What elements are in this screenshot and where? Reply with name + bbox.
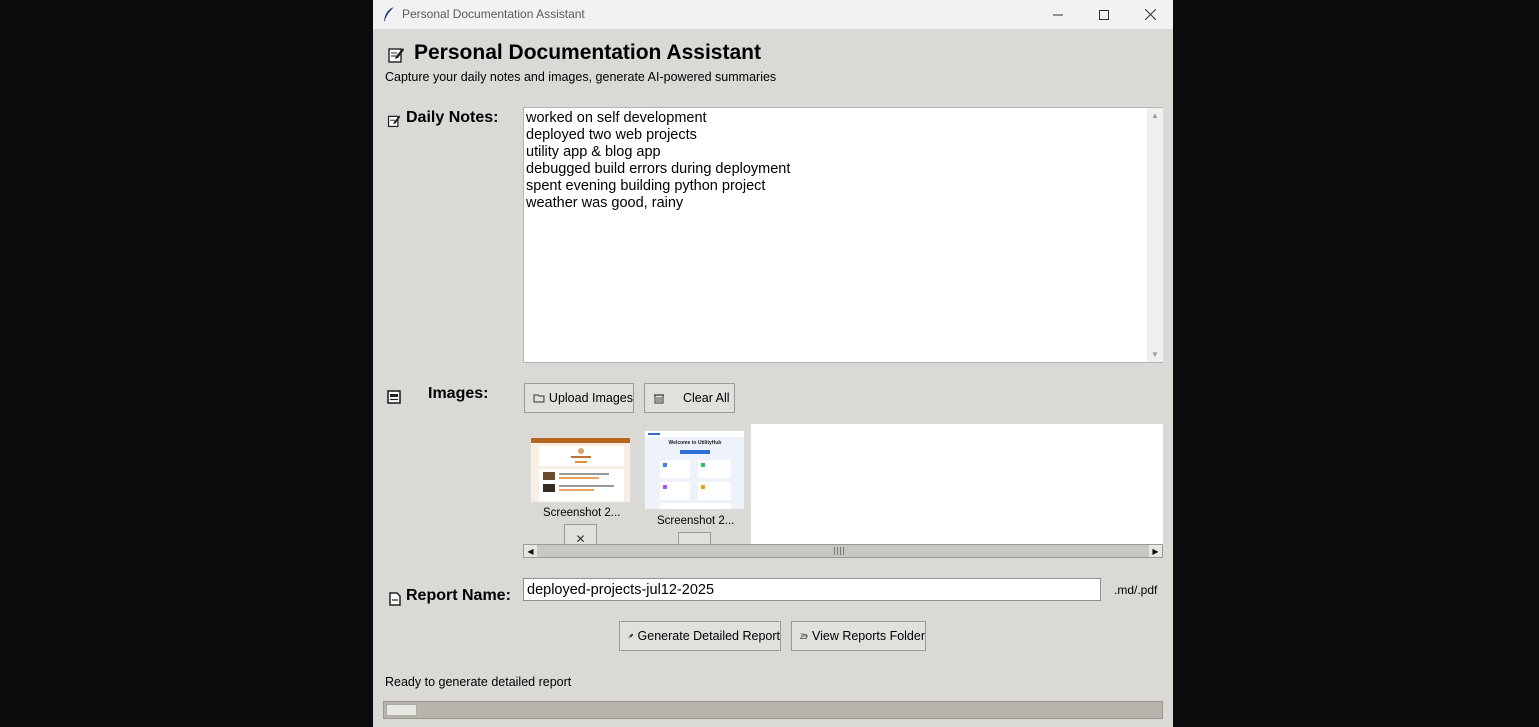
close-icon	[1144, 9, 1156, 20]
progress-bar	[383, 701, 1163, 719]
maximize-icon	[1099, 9, 1109, 20]
scroll-left-arrow-icon[interactable]: ◀	[524, 545, 537, 557]
image-gallery[interactable]: Screenshot 2... ✕ Welcome to UtilityHub	[523, 424, 1163, 546]
close-button[interactable]	[1127, 0, 1173, 29]
clear-all-button[interactable]: Clear All	[644, 383, 735, 413]
report-name-label: Report Name:	[406, 587, 511, 604]
framed-picture-icon	[387, 390, 401, 404]
upload-images-button[interactable]: Upload Images	[524, 383, 634, 413]
wastebasket-icon	[654, 394, 664, 404]
minimize-button[interactable]	[1035, 0, 1081, 29]
thumbnail-preview	[531, 438, 630, 501]
view-reports-folder-label: View Reports Folder	[811, 629, 925, 643]
app-window: Personal Documentation Assistant Persona…	[373, 0, 1173, 727]
feather-icon	[384, 6, 395, 21]
thumbnail-caption: Screenshot 2...	[543, 507, 621, 519]
image-thumbnail[interactable]	[530, 437, 631, 503]
generate-report-label: Generate Detailed Report	[637, 629, 780, 643]
thumbnail-preview: Welcome to UtilityHub	[645, 431, 744, 509]
page-title: Personal Documentation Assistant	[414, 41, 761, 64]
file-extension-label: .md/.pdf	[1114, 583, 1158, 597]
remove-image-button[interactable]: ✕	[564, 524, 597, 546]
memo-pencil-icon	[388, 48, 404, 63]
window-title: Personal Documentation Assistant	[402, 7, 585, 21]
rocket-icon	[628, 633, 634, 639]
title-bar[interactable]: Personal Documentation Assistant	[373, 0, 1173, 29]
minimize-icon	[1053, 14, 1063, 15]
daily-notes-textarea[interactable]: worked on self development deployed two …	[523, 107, 1163, 363]
maximize-button[interactable]	[1081, 0, 1127, 29]
scroll-right-arrow-icon[interactable]: ▶	[1149, 545, 1162, 557]
scroll-up-arrow-icon[interactable]: ▲	[1150, 111, 1160, 120]
notes-vertical-scrollbar[interactable]: ▲ ▼	[1147, 108, 1163, 362]
progress-fill	[386, 704, 417, 716]
upload-images-label: Upload Images	[548, 391, 633, 405]
view-reports-folder-button[interactable]: View Reports Folder	[791, 621, 926, 651]
memo-pencil-icon	[387, 115, 401, 128]
gallery-horizontal-scrollbar[interactable]: ◀ ▶	[523, 544, 1163, 558]
scrollbar-thumb[interactable]	[834, 547, 844, 555]
scroll-down-arrow-icon[interactable]: ▼	[1150, 350, 1160, 359]
open-folder-icon	[800, 633, 808, 639]
thumbnail-heading: Welcome to UtilityHub	[669, 440, 722, 446]
daily-notes-text[interactable]: worked on self development deployed two …	[526, 110, 790, 212]
page-subtitle: Capture your daily notes and images, gen…	[385, 70, 777, 84]
clear-all-label: Clear All	[683, 391, 730, 405]
report-name-input[interactable]	[523, 578, 1101, 601]
thumbnail-caption: Screenshot 2...	[657, 515, 735, 527]
page-icon	[389, 592, 401, 606]
image-thumbnail[interactable]: Welcome to UtilityHub	[644, 430, 745, 510]
folder-icon	[533, 394, 545, 403]
generate-report-button[interactable]: Generate Detailed Report	[619, 621, 781, 651]
daily-notes-label: Daily Notes:	[406, 109, 499, 126]
status-text: Ready to generate detailed report	[385, 675, 572, 689]
images-label: Images:	[428, 385, 489, 402]
